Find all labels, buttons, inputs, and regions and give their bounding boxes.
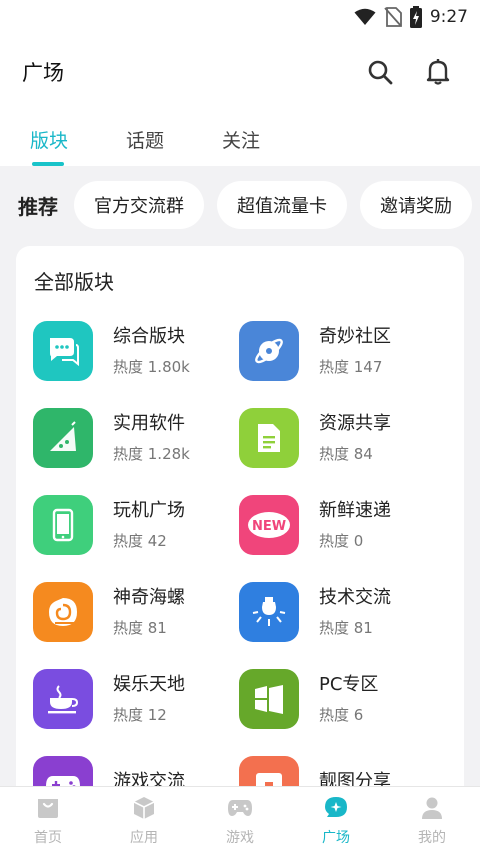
chip-invite-reward[interactable]: 邀请奖励 [360,181,472,229]
board-name: 新鲜速递 [319,499,391,521]
tab-boards[interactable]: 版块 [30,112,126,166]
bulb-icon [239,582,299,642]
board-name: 娱乐天地 [113,673,185,695]
nav-label: 游戏 [226,830,254,846]
bell-icon [426,59,450,85]
chip-official-group[interactable]: 官方交流群 [74,181,204,229]
tab-topics[interactable]: 话题 [126,112,222,166]
nav-label: 广场 [322,830,350,846]
board-item[interactable]: 玩机广场 热度 42 [33,492,233,558]
all-boards-card: 全部版块 综合版块 热度 1.80k 奇妙社区 热度 147 实用软件 热度 1… [16,246,464,816]
planet-icon [239,321,299,381]
nav-square[interactable]: 广场 [288,787,384,853]
no-sim-icon [384,7,402,27]
screen: 9:27 广场 版块 话题 关注 推荐 官方交流群 超值流量卡 邀请奖励 全部版… [0,0,480,853]
header: 广场 [0,44,480,100]
board-heat: 热度 81 [113,618,167,637]
board-name: 玩机广场 [113,499,185,521]
board-name: 实用软件 [113,412,185,434]
nav-games[interactable]: 游戏 [192,787,288,853]
nav-label: 我的 [418,830,446,846]
recommend-label: 推荐 [18,194,58,219]
chip-data-card[interactable]: 超值流量卡 [217,181,347,229]
board-item[interactable]: 综合版块 热度 1.80k [33,318,233,384]
home-icon [35,795,61,821]
board-item[interactable]: NEW 新鲜速递 热度 0 [239,492,439,558]
all-boards-title: 全部版块 [34,270,114,294]
board-name: 神奇海螺 [113,586,185,608]
board-item[interactable]: 娱乐天地 热度 12 [33,666,233,732]
board-heat: 热度 42 [113,531,167,550]
board-heat: 热度 81 [319,618,373,637]
search-button[interactable] [360,52,400,92]
conch-icon [33,582,93,642]
board-heat: 热度 1.28k [113,444,190,463]
chat-bubbles-icon [33,321,93,381]
tab-label: 版块 [30,130,69,152]
notification-button[interactable] [418,52,458,92]
phone-icon [33,495,93,555]
tab-label: 关注 [222,130,261,152]
tab-follow[interactable]: 关注 [222,112,318,166]
gamepad-icon [227,795,253,821]
page-title: 广场 [22,61,64,85]
board-name: 综合版块 [113,325,185,347]
nav-me[interactable]: 我的 [384,787,480,853]
nav-apps[interactable]: 应用 [96,787,192,853]
board-heat: 热度 0 [319,531,364,550]
tab-label: 话题 [126,130,165,152]
wifi-icon [354,8,376,26]
bottom-nav: 首页 应用 游戏 广场 我的 [0,786,480,853]
board-item[interactable]: 奇妙社区 热度 147 [239,318,439,384]
board-name: 资源共享 [319,412,391,434]
square-icon [323,795,349,821]
board-heat: 热度 84 [319,444,373,463]
android-icon [33,408,93,468]
svg-text:NEW: NEW [252,519,286,534]
battery-charging-icon [409,6,422,28]
nav-home[interactable]: 首页 [0,787,96,853]
board-heat: 热度 12 [113,705,167,724]
recommend-row: 推荐 官方交流群 超值流量卡 邀请奖励 [0,180,480,230]
windows-icon [239,669,299,729]
board-heat: 热度 1.80k [113,357,190,376]
board-item[interactable]: 资源共享 热度 84 [239,405,439,471]
board-item[interactable]: PC专区 热度 6 [239,666,439,732]
coffee-icon [33,669,93,729]
content-area: 推荐 官方交流群 超值流量卡 邀请奖励 全部版块 综合版块 热度 1.80k 奇… [0,166,480,816]
profile-icon [419,795,445,821]
board-item[interactable]: 技术交流 热度 81 [239,579,439,645]
status-bar: 9:27 [0,0,480,34]
tab-bar: 版块 话题 关注 [0,112,480,166]
document-icon [239,408,299,468]
board-name: 奇妙社区 [319,325,391,347]
board-name: PC专区 [319,673,379,695]
status-time: 9:27 [429,7,468,27]
board-name: 技术交流 [319,586,391,608]
new-badge-icon: NEW [239,495,299,555]
nav-label: 应用 [130,830,158,846]
box-icon [131,795,157,821]
board-item[interactable]: 实用软件 热度 1.28k [33,405,233,471]
nav-label: 首页 [34,830,62,846]
board-heat: 热度 147 [319,357,383,376]
board-heat: 热度 6 [319,705,364,724]
search-icon [368,60,393,85]
board-item[interactable]: 神奇海螺 热度 81 [33,579,233,645]
